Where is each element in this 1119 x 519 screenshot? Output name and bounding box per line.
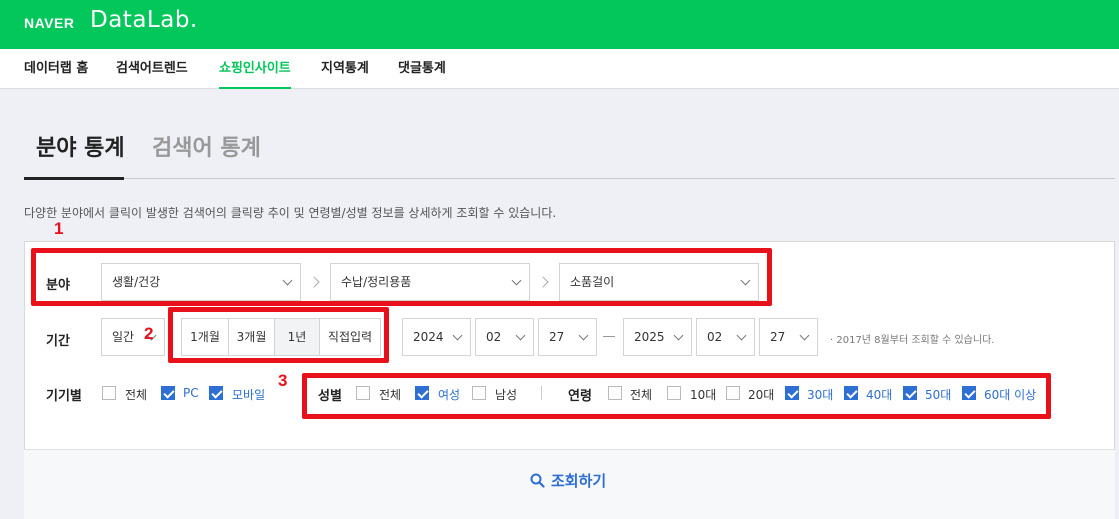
end-month-value: 02: [707, 330, 723, 344]
device-pc-checkbox[interactable]: [161, 386, 175, 400]
annotation-box-1: [31, 248, 772, 306]
naver-logo[interactable]: NAVER: [24, 15, 74, 31]
tab-category-stats[interactable]: 분야 통계: [36, 130, 125, 162]
date-range-dash: [603, 336, 615, 337]
chevron-down-icon: [515, 330, 526, 341]
annotation-badge-1: 1: [54, 219, 64, 238]
nav-datalab-home[interactable]: 데이터랩 홈: [24, 49, 88, 89]
end-month-select[interactable]: 02: [696, 318, 755, 356]
search-button-label: 조회하기: [551, 472, 607, 490]
annotation-badge-2: 2: [144, 324, 154, 343]
nav-comment-stats[interactable]: 댓글통계: [398, 49, 446, 89]
start-day-select[interactable]: 27: [538, 318, 597, 356]
device-all-label[interactable]: 전체: [125, 386, 147, 403]
chevron-down-icon: [673, 330, 684, 341]
end-year-value: 2025: [634, 330, 665, 344]
device-all-checkbox[interactable]: [102, 386, 116, 400]
chevron-down-icon: [799, 330, 810, 341]
annotation-badge-3: 3: [278, 371, 288, 390]
main-nav: 데이터랩 홈 검색어트렌드 쇼핑인사이트 지역통계 댓글통계: [0, 49, 1119, 89]
device-pc-label[interactable]: PC: [183, 386, 199, 400]
chevron-down-icon: [452, 330, 463, 341]
tab-keyword-stats[interactable]: 검색어 통계: [152, 130, 261, 162]
page-description: 다양한 분야에서 클릭이 발생한 검색어의 클릭량 추이 및 연령별/성별 정보…: [24, 206, 557, 220]
start-month-value: 02: [486, 330, 502, 344]
active-tab-indicator: [24, 177, 124, 180]
end-day-select[interactable]: 27: [759, 318, 818, 356]
top-bar: NAVER DataLab.: [0, 0, 1119, 49]
device-mobile-label[interactable]: 모바일: [232, 386, 265, 403]
start-year-value: 2024: [413, 330, 444, 344]
device-label: 기기별: [46, 389, 82, 404]
device-mobile-checkbox[interactable]: [209, 386, 223, 400]
chevron-down-icon: [578, 330, 589, 341]
annotation-box-2: [168, 307, 389, 363]
search-icon: [530, 473, 545, 488]
nav-regional-stats[interactable]: 지역통계: [321, 49, 369, 89]
start-year-select[interactable]: 2024: [402, 318, 471, 356]
end-year-select[interactable]: 2025: [623, 318, 692, 356]
chevron-down-icon: [736, 330, 747, 341]
period-label: 기간: [46, 334, 70, 349]
datalab-logo[interactable]: DataLab.: [90, 7, 198, 33]
section-divider: [24, 178, 1115, 179]
start-month-select[interactable]: 02: [475, 318, 534, 356]
start-day-value: 27: [549, 330, 565, 344]
period-granularity-select[interactable]: 일간: [101, 318, 165, 356]
search-button[interactable]: 조회하기: [530, 470, 606, 491]
period-note: · 2017년 8월부터 조회할 수 있습니다.: [830, 335, 995, 346]
period-granularity-value: 일간: [112, 330, 135, 344]
nav-search-trend[interactable]: 검색어트렌드: [116, 49, 188, 89]
end-day-value: 27: [770, 330, 786, 344]
annotation-box-3: [302, 373, 1051, 419]
nav-shopping-insight[interactable]: 쇼핑인사이트: [219, 49, 291, 89]
